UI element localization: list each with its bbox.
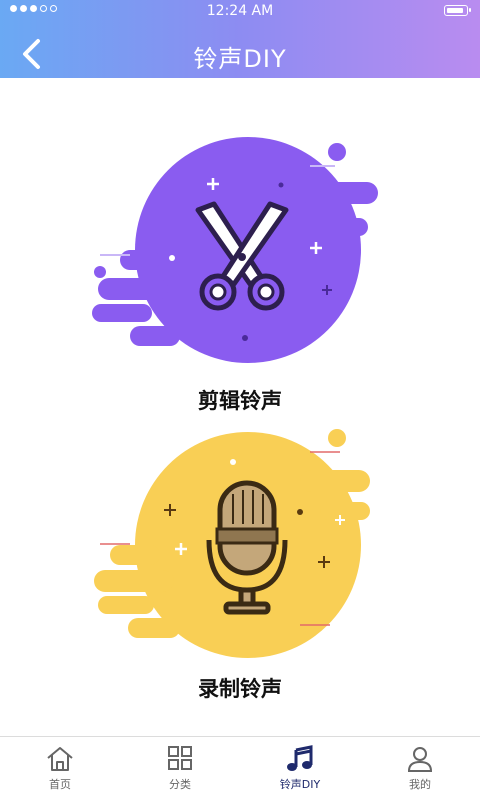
bottom-tab-bar: 首页 分类 铃声DIY 我的 xyxy=(0,736,480,801)
edit-ringtone-card[interactable]: 剪辑铃声 xyxy=(0,130,480,430)
edit-ringtone-label: 剪辑铃声 xyxy=(198,389,282,413)
home-icon xyxy=(47,747,73,771)
tab-ringtone-diy[interactable]: 铃声DIY xyxy=(240,737,360,801)
tab-category-label: 分类 xyxy=(169,778,191,791)
grid-icon xyxy=(168,746,192,770)
app-header: 12:24 AM 铃声DIY xyxy=(0,0,480,78)
tab-profile-label: 我的 xyxy=(409,778,431,791)
tab-category[interactable]: 分类 xyxy=(120,737,240,801)
battery-icon xyxy=(444,5,471,16)
tab-home[interactable]: 首页 xyxy=(0,737,120,801)
record-ringtone-label: 录制铃声 xyxy=(198,677,282,701)
music-note-icon xyxy=(287,745,313,771)
tab-ringtone-diy-label: 铃声DIY xyxy=(279,778,321,791)
page-title: 铃声DIY xyxy=(193,45,287,73)
status-bar: 12:24 AM xyxy=(0,0,480,22)
user-icon xyxy=(407,747,433,772)
tab-home-label: 首页 xyxy=(49,778,71,791)
record-ringtone-card[interactable]: 录制铃声 xyxy=(0,420,480,720)
tab-profile[interactable]: 我的 xyxy=(360,737,480,801)
status-time: 12:24 AM xyxy=(206,3,274,19)
